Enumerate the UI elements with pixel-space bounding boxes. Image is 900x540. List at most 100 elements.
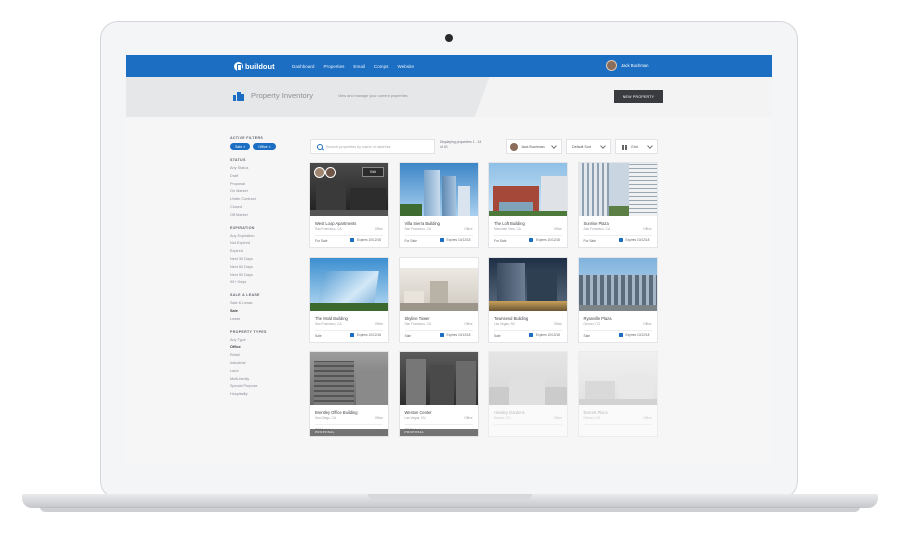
filter-option[interactable]: Draft [230, 173, 300, 181]
filter-group: EXPIRATION Any Expiration Not Expired Expir… [230, 226, 300, 288]
property-name[interactable]: Villa Sierra Building [405, 221, 440, 226]
property-name[interactable]: The Loft Building [494, 221, 525, 226]
filter-option[interactable]: Expired [230, 248, 300, 256]
property-name[interactable]: Townsend Building [494, 316, 528, 321]
filter-option[interactable]: Proposal [230, 181, 300, 189]
broker-select[interactable]: Jack Buchman [506, 139, 562, 154]
property-name[interactable]: Sunrise Plaza [584, 221, 609, 226]
search-input[interactable]: Search properties by name or address [310, 139, 435, 154]
property-card[interactable]: The Loft Building Mountain View, CA Office… [488, 162, 568, 248]
nav-email[interactable]: Email [353, 64, 365, 69]
filter-group: SALE & LEASE Sale & Lease Sale Lease [230, 293, 300, 323]
filter-option[interactable]: 90+ Days [230, 279, 300, 287]
property-name[interactable]: Weston Center [405, 410, 432, 415]
property-name[interactable]: Skyline Tower [405, 316, 430, 321]
filter-chip-sale[interactable]: Sale × [230, 143, 251, 150]
expiration-date: Expires 10/12/18 [446, 238, 471, 242]
card-divider [315, 235, 383, 236]
property-card[interactable]: Sunrise Plaza San Francisco, CA Office For … [577, 162, 658, 248]
filter-option[interactable]: Lease [230, 316, 300, 324]
edit-label: Edit [370, 170, 376, 174]
expiration-date: Expires 10/12/18 [357, 238, 381, 242]
property-card[interactable]: PROPOSAL Weston Center Las Vegas, NV Office… [398, 351, 479, 437]
filter-option[interactable]: Any Type [230, 337, 300, 345]
active-filter-chips: Sale × Office × [230, 143, 300, 150]
property-location: Mountain View, CA [494, 227, 521, 231]
new-property-button[interactable]: NEW PROPERTY [614, 90, 663, 103]
filter-option[interactable]: On Market [230, 188, 300, 196]
broker-avatar [314, 167, 325, 178]
property-card[interactable]: Ryanville Plaza Denver, CO Office Sale Expir… [577, 256, 658, 343]
property-name[interactable]: The Mold Building [315, 316, 348, 321]
nav-dashboard[interactable]: Dashboard [292, 64, 314, 69]
property-name[interactable]: Heatley Gardens [494, 410, 525, 415]
listing-status: For Sale [494, 239, 507, 243]
filter-option[interactable]: Next 30 Days [230, 256, 300, 264]
filter-option[interactable]: Retail [230, 352, 300, 360]
calendar-icon [618, 332, 623, 337]
webcam-icon [445, 34, 453, 42]
edit-button[interactable]: Edit [362, 167, 384, 177]
property-card[interactable]: The Mold Building San Francisco, CA Office… [309, 256, 389, 343]
filter-option[interactable]: Off Market [230, 212, 300, 220]
filter-option[interactable]: Next 60 Days [230, 264, 300, 272]
property-card[interactable]: Everett Place Denver, CO Office [577, 351, 658, 437]
filter-option[interactable]: Next 90 Days [230, 272, 300, 280]
expiration-date: Expires 10/12/18 [446, 332, 471, 337]
card-divider [404, 329, 473, 331]
filter-option[interactable]: Multi-family [230, 376, 300, 384]
broker-name: Jack Buchman [521, 145, 545, 149]
page-subtitle: View and manage your current properties [338, 94, 408, 98]
nav-comps[interactable]: Comps [374, 64, 389, 69]
filter-groups: STATUS Any Status Draft Proposal On Market Un… [230, 158, 300, 399]
filter-option[interactable]: Special Purpose [230, 383, 300, 391]
property-name[interactable]: Everett Place [584, 410, 608, 415]
filter-option[interactable]: Closed [230, 204, 300, 212]
filter-option[interactable]: Sale [230, 308, 300, 316]
property-card[interactable]: Heatley Gardens Denver, CO Office [488, 351, 568, 437]
filter-option[interactable]: Land [230, 368, 300, 376]
calendar-icon [439, 332, 444, 337]
property-type: Office [553, 416, 562, 420]
property-card[interactable]: Edit West Loop Apartments San Francisco, C… [309, 162, 389, 248]
listing-status: Sale [315, 333, 322, 338]
property-card[interactable]: Villa Sierra Building San Francisco, CA Of… [398, 162, 479, 248]
filter-option[interactable]: Hospitality [230, 391, 300, 399]
user-menu[interactable]: Jack Buchman [606, 60, 648, 71]
property-name[interactable]: West Loop Apartments [315, 221, 356, 226]
property-card[interactable]: Skyline Tower San Francisco, CA Office Sale… [398, 256, 479, 343]
filter-option[interactable]: Under Contract [230, 196, 300, 204]
filter-option[interactable]: Sale & Lease [230, 300, 300, 308]
property-photo [399, 163, 478, 216]
nav-properties[interactable]: Properties [323, 64, 344, 69]
property-name[interactable]: Brentley Office Building [315, 410, 357, 415]
filter-option[interactable]: Any Status [230, 165, 300, 173]
sort-select[interactable]: Default Sort [566, 139, 611, 154]
filter-option[interactable]: Office [230, 344, 300, 352]
property-location: San Francisco, CA [315, 227, 342, 231]
property-card[interactable]: PROPOSAL Brentley Office Building San Dieg… [309, 351, 389, 437]
expiration: Expires 10/12/18 [350, 238, 381, 242]
view-label: Grid [631, 145, 638, 149]
property-card[interactable]: Townsend Building Las Vegas, NV Office Sale… [488, 256, 568, 343]
buildout-logo[interactable]: buildout [234, 60, 275, 72]
filter-option[interactable]: Not Expired [230, 240, 300, 248]
property-photo [578, 163, 657, 216]
card-divider [315, 424, 383, 425]
view-select[interactable]: Grid [615, 139, 658, 154]
filter-option[interactable]: Industrial [230, 360, 300, 368]
property-name[interactable]: Ryanville Plaza [584, 316, 612, 321]
filter-option[interactable]: Any Expiration [230, 233, 300, 241]
listing-status: For Sale [404, 239, 417, 243]
property-photo [399, 352, 478, 405]
expiration: Expires 10/12/18 [618, 238, 649, 242]
filter-chip-office[interactable]: Office × [253, 143, 276, 150]
calendar-icon [439, 238, 444, 242]
results-count: Displaying properties 1 - 24 of 40 [440, 140, 482, 149]
property-location: San Francisco, CA [404, 227, 432, 231]
filter-group-title: EXPIRATION [230, 225, 255, 230]
card-divider [404, 235, 473, 236]
property-type: Office [464, 416, 473, 420]
listing-status: Sale [494, 333, 501, 338]
nav-website[interactable]: Website [397, 64, 414, 69]
